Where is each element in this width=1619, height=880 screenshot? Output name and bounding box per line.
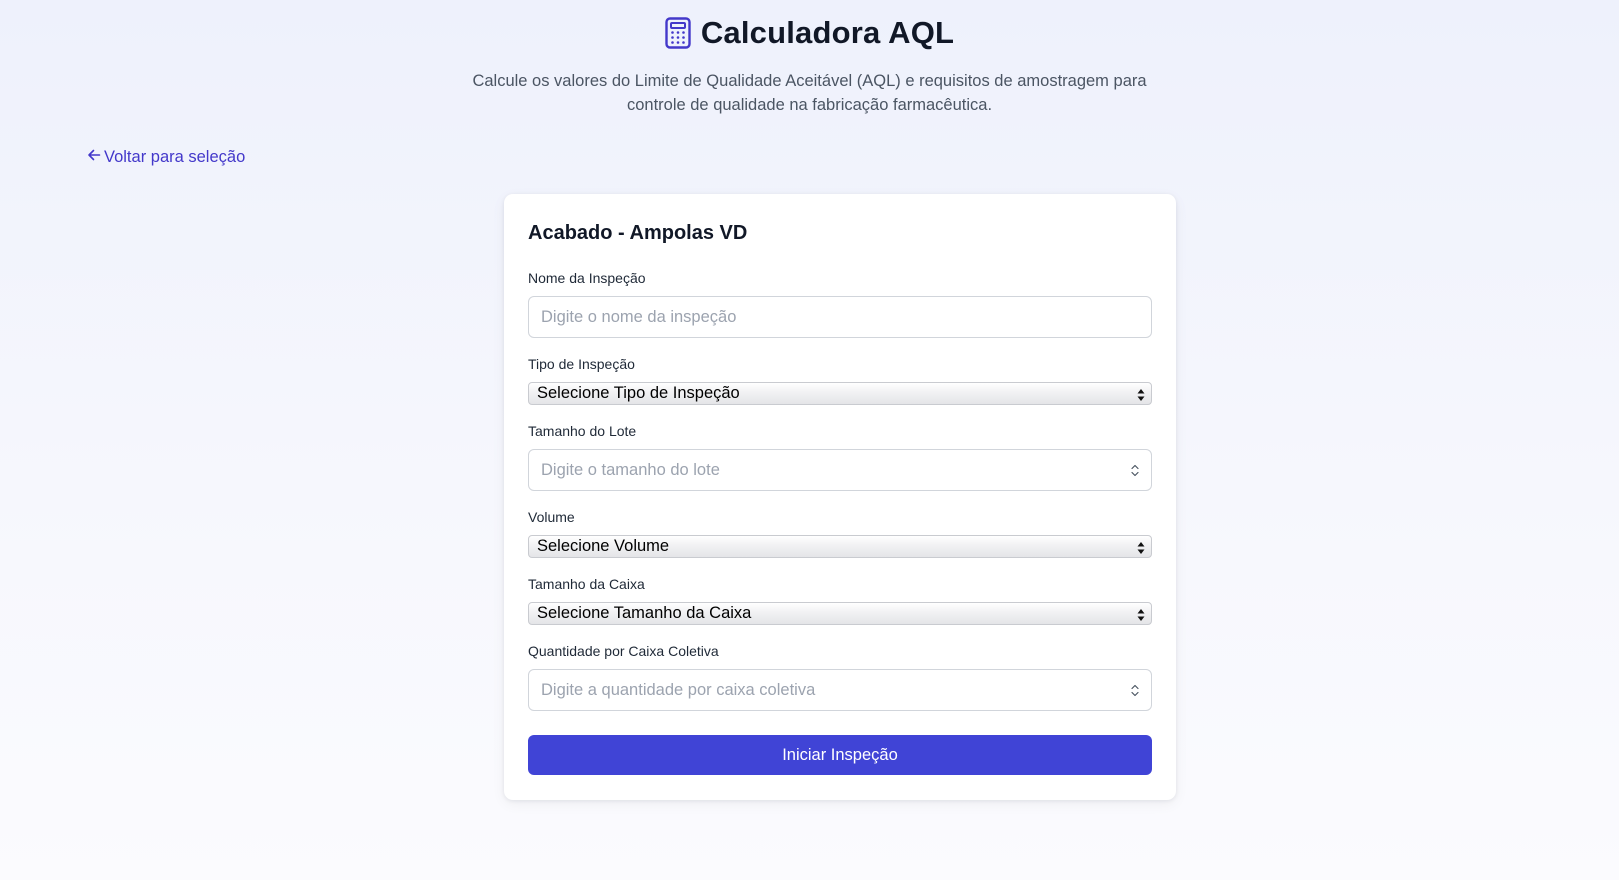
form-title: Acabado - Ampolas VD: [528, 222, 748, 244]
arrow-left-icon: [87, 148, 101, 167]
qty-per-box-label: Quantidade por Caixa Coletiva: [528, 643, 719, 659]
page-header: Calculadora AQL Calcule os valores do Li…: [0, 14, 1619, 117]
calculator-icon: [665, 17, 691, 49]
qty-per-box-field: [528, 669, 1152, 711]
number-stepper-icon[interactable]: [1130, 463, 1140, 478]
lot-size-input[interactable]: [528, 449, 1152, 491]
qty-per-box-input[interactable]: [528, 669, 1152, 711]
start-inspection-button[interactable]: Iniciar Inspeção: [528, 735, 1152, 775]
inspection-type-selected-value: Selecione Tipo de Inspeção: [537, 384, 740, 402]
page-subtitle: Calcule os valores do Limite de Qualidad…: [472, 72, 1147, 114]
lot-size-field: [528, 449, 1152, 491]
back-to-selection-link[interactable]: Voltar para seleção: [87, 148, 245, 167]
select-arrows-icon: [1137, 607, 1145, 621]
lot-size-label: Tamanho do Lote: [528, 423, 637, 439]
title-row: Calculadora AQL: [0, 14, 1619, 52]
number-stepper-icon[interactable]: [1130, 683, 1140, 698]
box-size-select[interactable]: Selecione Tamanho da Caixa: [528, 602, 1152, 625]
box-size-label: Tamanho da Caixa: [528, 576, 645, 592]
box-size-selected-value: Selecione Tamanho da Caixa: [537, 604, 752, 622]
back-link-label: Voltar para seleção: [104, 148, 246, 166]
page-title: Calculadora AQL: [700, 15, 955, 50]
volume-select[interactable]: Selecione Volume: [528, 535, 1152, 558]
inspection-type-select[interactable]: Selecione Tipo de Inspeção: [528, 382, 1152, 405]
inspection-name-label: Nome da Inspeção: [528, 270, 646, 286]
volume-selected-value: Selecione Volume: [537, 537, 670, 555]
volume-label: Volume: [528, 509, 575, 525]
select-arrows-icon: [1137, 387, 1145, 401]
inspection-type-label: Tipo de Inspeção: [528, 356, 635, 372]
select-arrows-icon: [1137, 540, 1145, 554]
inspection-form-card: Acabado - Ampolas VD Nome da Inspeção Ti…: [504, 194, 1176, 800]
inspection-name-input[interactable]: [528, 296, 1152, 338]
